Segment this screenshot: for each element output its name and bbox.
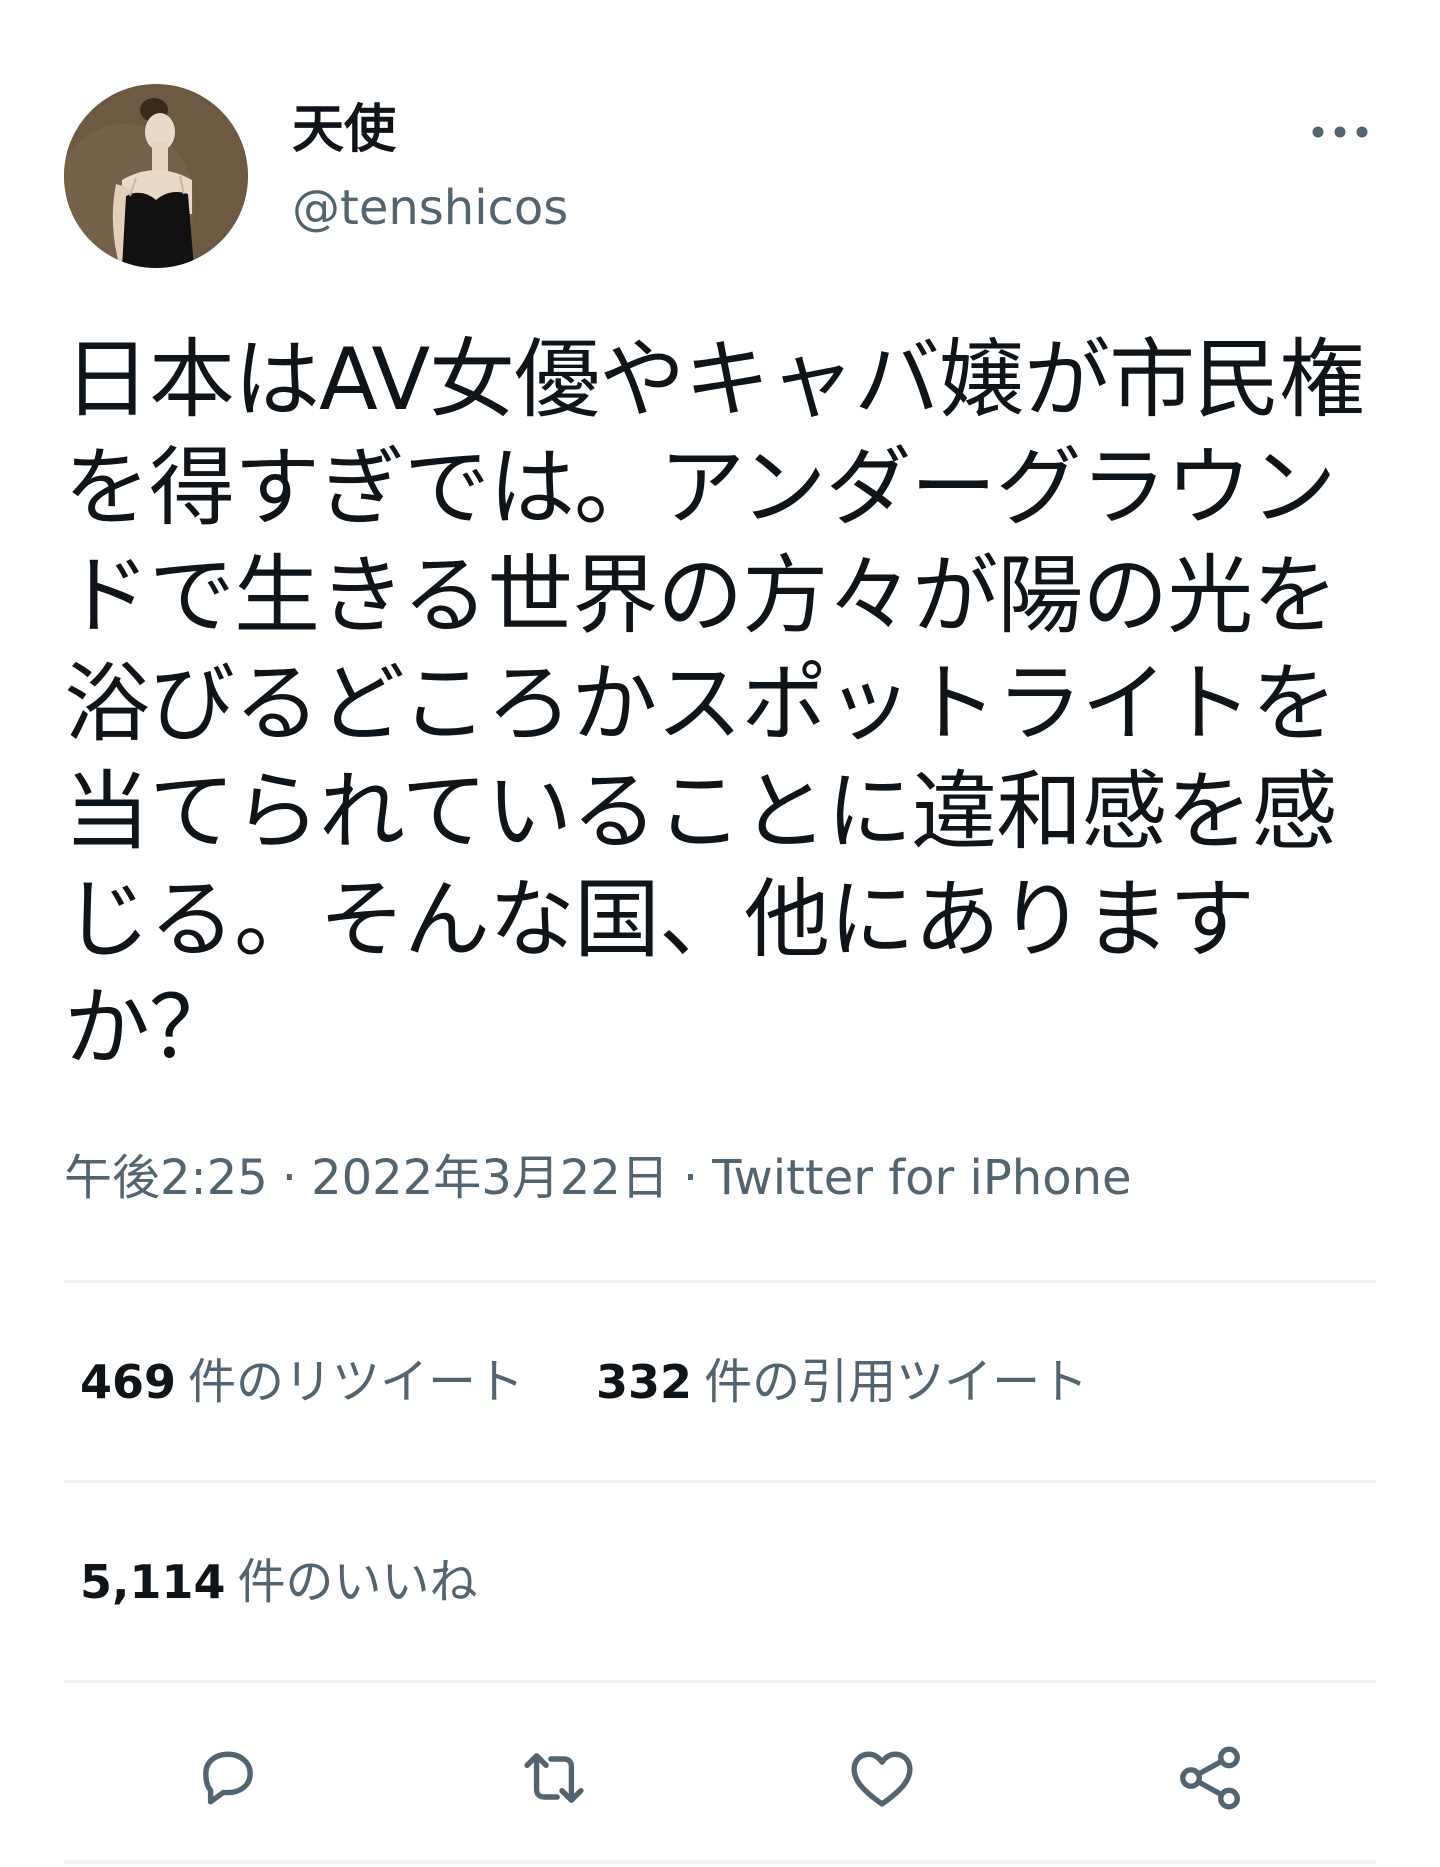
tweet-source[interactable]: Twitter for iPhone <box>712 1150 1131 1206</box>
likes-count: 5,114 <box>80 1555 226 1609</box>
retweet-icon[interactable] <box>516 1740 592 1816</box>
likes-label: 件のいいね <box>237 1554 478 1610</box>
avatar-portrait-image <box>64 84 248 268</box>
stats-row: 469 件のリツイート 332 件の引用ツイート <box>80 1352 1088 1412</box>
tweet-time[interactable]: 午後2:25 <box>64 1150 268 1206</box>
tweet-text: 日本はAV女優やキャバ嬢が市民権を得すぎでは。アンダーグラウンドで生きる世界の方… <box>64 330 1365 1078</box>
tweet-date[interactable]: 2022年3月22日 <box>311 1150 669 1206</box>
heart-icon[interactable] <box>844 1740 920 1816</box>
retweets-count: 469 <box>80 1355 177 1409</box>
divider <box>64 1480 1376 1483</box>
retweets-label: 件のリツイート <box>188 1354 525 1410</box>
meta-separator: · <box>682 1150 699 1206</box>
quotes-label: 件の引用ツイート <box>704 1354 1089 1410</box>
quotes-stat[interactable]: 332 件の引用ツイート <box>596 1352 1088 1412</box>
avatar[interactable] <box>64 84 248 268</box>
display-name[interactable]: 天使 <box>292 98 396 162</box>
tweet-meta: 午後2:25 · 2022年3月22日 · Twitter for iPhone <box>64 1148 1132 1208</box>
divider <box>64 1680 1376 1683</box>
user-handle[interactable]: @tenshicos <box>292 178 568 238</box>
more-horizontal-icon[interactable] <box>1308 112 1372 152</box>
likes-row: 5,114 件のいいね <box>80 1552 478 1612</box>
share-icon[interactable] <box>1172 1740 1248 1816</box>
bottom-divider <box>64 1860 1376 1864</box>
meta-separator: · <box>281 1150 298 1206</box>
reply-icon[interactable] <box>190 1740 266 1816</box>
likes-stat[interactable]: 5,114 件のいいね <box>80 1552 478 1612</box>
retweets-stat[interactable]: 469 件のリツイート <box>80 1352 524 1412</box>
divider <box>64 1280 1376 1283</box>
quotes-count: 332 <box>596 1355 693 1409</box>
